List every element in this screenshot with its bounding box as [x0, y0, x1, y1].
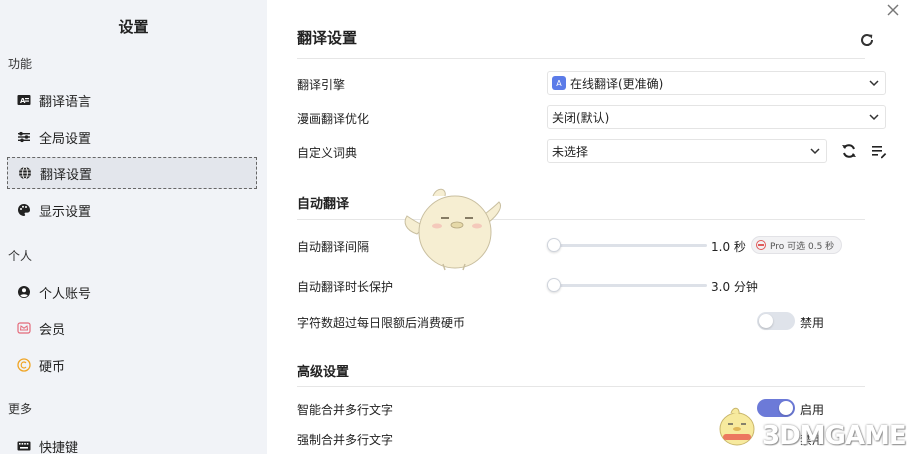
pro-option-text: Pro 可选 0.5 秒: [770, 241, 835, 252]
comic-optimization-select[interactable]: 关闭(默认): [547, 105, 886, 129]
sidebar-item-translation-language[interactable]: A 翻译语言: [7, 84, 257, 116]
smart-merge-toggle[interactable]: [757, 399, 795, 417]
auto-translation-heading: 自动翻译: [297, 197, 350, 212]
sidebar-item-display-settings[interactable]: 显示设置: [7, 194, 257, 226]
auto-interval-slider[interactable]: [547, 238, 707, 252]
toggle-knob: [779, 401, 793, 415]
auto-duration-slider[interactable]: [547, 278, 707, 292]
pro-option-badge[interactable]: Pro 可选 0.5 秒: [751, 236, 843, 254]
sidebar-item-account[interactable]: 个人账号: [7, 276, 257, 308]
chevron-down-icon: [869, 80, 879, 87]
slider-track: [547, 244, 707, 247]
sidebar-item-label: 全局设置: [39, 131, 92, 147]
divider: [297, 386, 865, 387]
section-personal: 个人: [8, 249, 33, 263]
reset-button[interactable]: [859, 32, 877, 50]
sidebar-item-label: 硬币: [39, 359, 66, 375]
engine-label: 翻译引擎: [297, 78, 346, 92]
no-entry-icon: [756, 240, 766, 250]
auto-duration-label: 自动翻译时长保护: [297, 280, 394, 294]
section-features: 功能: [8, 57, 33, 71]
slider-thumb[interactable]: [547, 278, 561, 292]
smart-merge-label: 智能合并多行文字: [297, 403, 394, 417]
coin-icon: [17, 358, 31, 372]
auto-duration-value: 3.0 分钟: [711, 280, 758, 294]
smart-merge-state: 启用: [800, 403, 825, 417]
force-merge-label: 强制合并多行文字: [297, 433, 394, 447]
sidebar-item-label: 显示设置: [39, 204, 92, 220]
crown-icon: [17, 321, 31, 335]
toggle-knob: [759, 314, 773, 328]
page-title: 翻译设置: [297, 29, 358, 47]
refresh-icon: [861, 34, 874, 46]
language-card-icon: A: [17, 93, 31, 107]
slider-thumb[interactable]: [547, 238, 561, 252]
list-edit-icon: [872, 146, 887, 159]
engine-logo-icon: A: [552, 76, 566, 90]
sidebar-item-label: 个人账号: [39, 286, 92, 302]
auto-interval-label: 自动翻译间隔: [297, 240, 370, 254]
advanced-heading: 高级设置: [297, 365, 350, 380]
watermark-text: 3DMGAME: [762, 421, 907, 451]
user-circle-icon: [17, 285, 31, 299]
coin-consume-label: 字符数超过每日限额后消费硬币: [297, 316, 466, 330]
custom-dictionary-select[interactable]: 未选择: [547, 139, 827, 163]
comic-optimization-value: 关闭(默认): [552, 110, 610, 125]
custom-dictionary-value: 未选择: [552, 144, 589, 159]
sidebar-item-translation-settings[interactable]: 翻译设置: [7, 157, 257, 189]
sync-icon: [842, 144, 856, 158]
sliders-icon: [17, 130, 31, 144]
chevron-down-icon: [869, 114, 879, 121]
chevron-down-icon: [810, 148, 820, 155]
coin-consume-state: 禁用: [800, 316, 825, 330]
sync-dictionary-button[interactable]: [840, 142, 858, 160]
divider: [297, 219, 865, 220]
sidebar-item-label: 会员: [39, 322, 66, 338]
globe-icon: [18, 166, 32, 180]
sidebar-item-label: 翻译设置: [40, 167, 93, 183]
close-icon: [887, 4, 899, 16]
auto-interval-value: 1.0 秒: [711, 240, 746, 254]
edit-dictionary-button[interactable]: [870, 142, 888, 160]
sidebar-item-global-settings[interactable]: 全局设置: [7, 121, 257, 153]
section-more: 更多: [8, 402, 33, 416]
engine-value: 在线翻译(更准确): [570, 76, 664, 91]
sidebar-item-label: 翻译语言: [39, 94, 92, 110]
divider: [297, 58, 865, 59]
custom-dictionary-label: 自定义词典: [297, 146, 358, 160]
sidebar-item-membership[interactable]: 会员: [7, 312, 257, 344]
engine-select[interactable]: A 在线翻译(更准确): [547, 71, 886, 95]
keyboard-icon: [17, 439, 31, 453]
watermark-logo-icon: [719, 407, 755, 446]
sidebar-item-coins[interactable]: 硬币: [7, 349, 257, 381]
palette-icon: [17, 203, 31, 217]
sidebar-item-shortcuts[interactable]: 快捷键: [7, 430, 257, 454]
comic-optimization-label: 漫画翻译优化: [297, 112, 370, 126]
slider-track: [547, 284, 707, 287]
sidebar-title: 设置: [118, 18, 149, 36]
mascot-illustration: [404, 188, 502, 271]
close-button[interactable]: [883, 2, 903, 22]
main-panel: 翻译设置 翻译引擎 A 在线翻译(更准确) 漫画翻译优化 关闭(默认) 自定义词…: [267, 0, 909, 454]
sidebar: 设置 功能 A 翻译语言 全局设置 翻译设置 显示设置 个人 个人账号 会员 硬…: [0, 0, 267, 454]
sidebar-item-label: 快捷键: [39, 440, 79, 454]
coin-consume-toggle[interactable]: [757, 312, 795, 330]
